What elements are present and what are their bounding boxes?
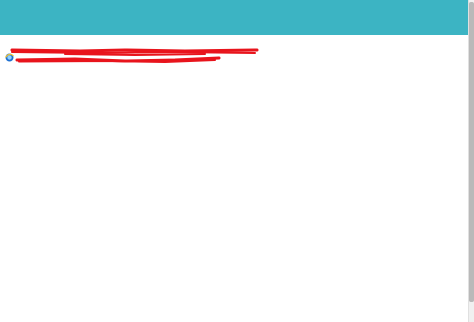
redaction-scribble — [10, 48, 259, 64]
header-bar — [0, 0, 468, 35]
vertical-scrollbar[interactable] — [468, 0, 474, 322]
scrollbar-thumb[interactable] — [469, 2, 474, 302]
browser-page — [0, 0, 474, 322]
link-item[interactable] — [5, 47, 260, 69]
page-content — [0, 35, 468, 322]
